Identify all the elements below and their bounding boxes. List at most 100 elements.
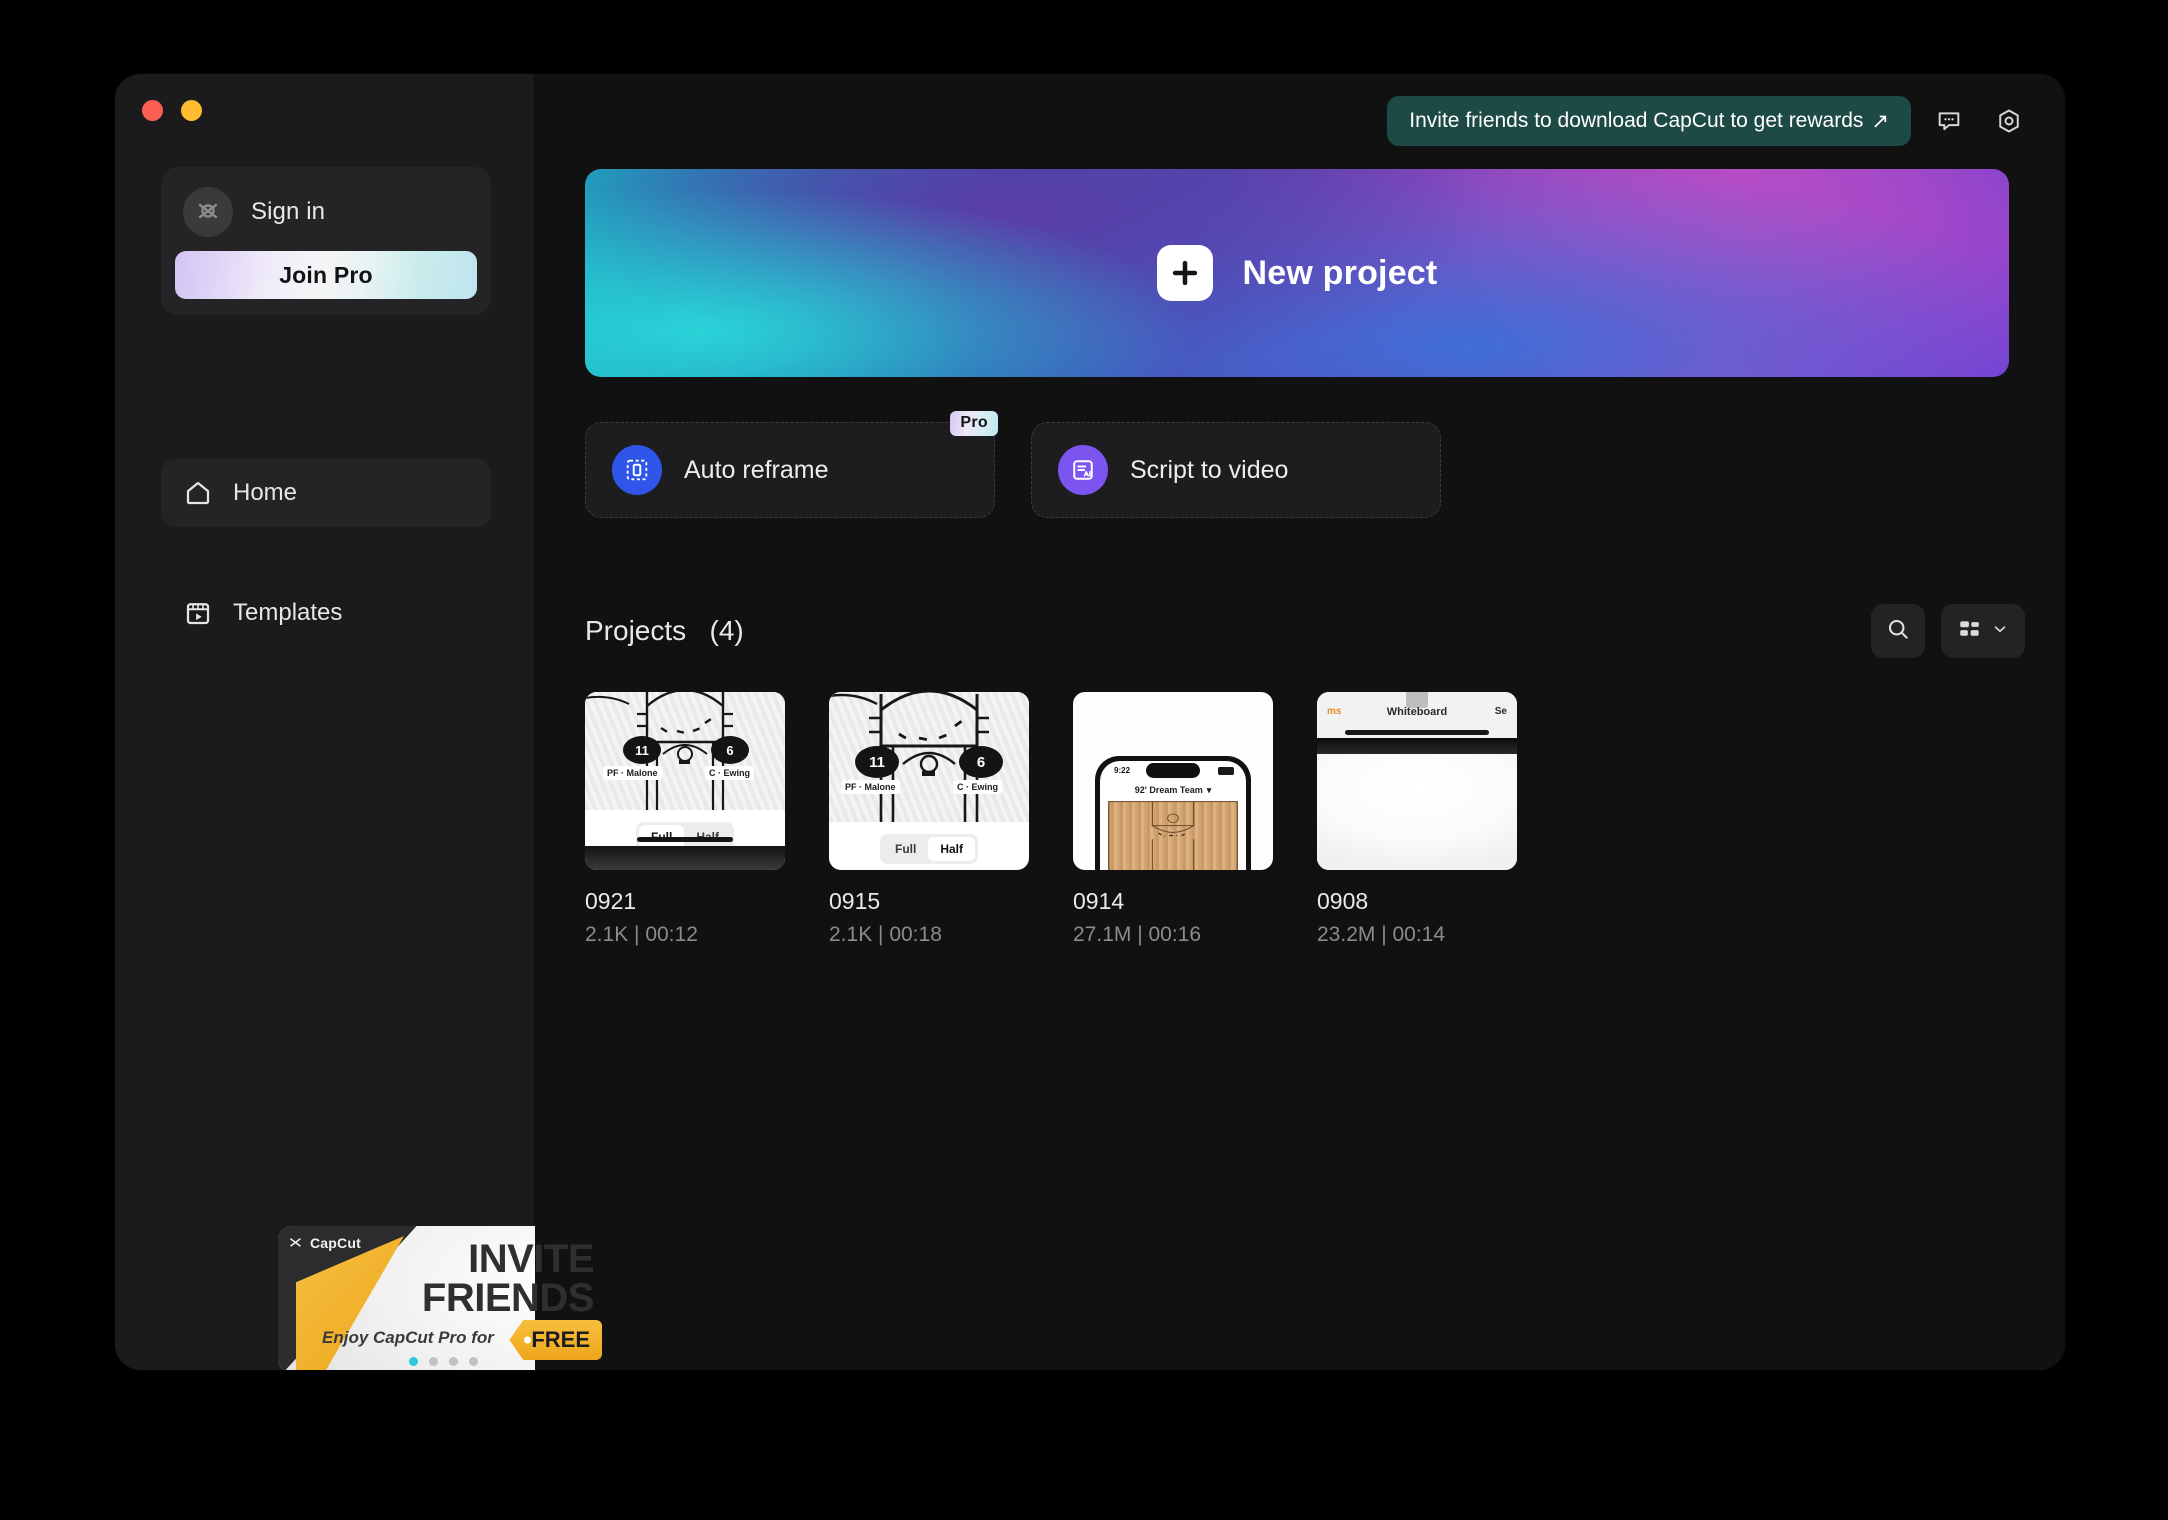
device-edge [585,846,785,870]
sign-in-row[interactable]: Sign in [175,181,477,251]
capcut-app-window: Sign in Join Pro Home Templates CapCut I… [115,74,2065,1370]
grid-view-icon [1957,616,1983,647]
project-thumbnail: 11 6 PF · Malone C · Ewing Full Half [829,692,1029,870]
whiteboard-divider [1345,730,1489,735]
templates-icon [183,598,213,628]
projects-title-text: Projects [585,615,687,646]
project-thumbnail: ms Whiteboard Se [1317,692,1517,870]
phone-body: 9:22 92' Dream Team ▾ [1095,756,1251,870]
join-pro-button[interactable]: Join Pro [175,251,477,299]
projects-toolbar [1871,604,2025,658]
invite-friends-promo-card[interactable]: CapCut INVITE FRIENDS Enjoy CapCut Pro f… [278,1226,608,1370]
promo-dot-2[interactable] [428,1357,438,1366]
wood-court [1108,801,1238,870]
home-indicator [637,837,733,842]
promo-capcut-logo: CapCut [288,1235,361,1251]
projects-title: Projects (4) [585,615,744,647]
project-name: 0908 [1317,888,1369,914]
script-to-video-card[interactable]: Script to video [1031,422,1441,518]
project-name: 0915 [829,888,881,914]
player-label: PF · Malone [603,766,662,780]
phone-status-bar: 9:22 [1100,761,1246,781]
court-surface: 11 6 PF · Malone C · Ewing [829,692,1029,822]
gear-hexagon-icon[interactable] [1987,99,2031,143]
project-thumbnail: 9:22 92' Dream Team ▾ [1073,692,1273,870]
project-thumbnail: 11 6 PF · Malone C · Ewing Full Half [585,692,785,870]
new-project-button[interactable]: New project [585,169,2009,377]
screen: Sign in Join Pro Home Templates CapCut I… [0,0,2168,1520]
project-card[interactable]: 9:22 92' Dream Team ▾ 0914 27.1M | 00:16 [1073,692,1273,947]
promo-free-tag: FREE [509,1320,602,1360]
project-card[interactable]: 11 6 PF · Malone C · Ewing Full Half [585,692,785,947]
main-content: Invite friends to download CapCut to get… [535,74,2065,1370]
sidebar-item-templates-label: Templates [233,599,343,626]
segment-half[interactable]: Half [928,837,975,861]
project-card[interactable]: ms Whiteboard Se 0908 23.2M | 00:14 [1317,692,1517,947]
court-play-art: 11 6 PF · Malone C · Ewing Full Half [585,692,785,870]
phone-screen-title: 92' Dream Team ▾ [1100,781,1246,799]
promo-logo-text: CapCut [310,1235,361,1251]
phone-notch [1146,763,1200,778]
promo-carousel-dots[interactable] [278,1357,608,1366]
player-label: C · Ewing [705,766,754,780]
script-to-video-label: Script to video [1130,455,1289,484]
pro-badge: Pro [950,411,998,436]
player-bubble: 6 [711,736,749,764]
project-name: 0914 [1073,888,1125,914]
chevron-down-icon: ▾ [1206,784,1212,795]
invite-friends-banner[interactable]: Invite friends to download CapCut to get… [1387,96,1911,146]
header-toolbar: Invite friends to download CapCut to get… [1387,96,2031,146]
promo-headline-line1: INVITE [468,1237,594,1281]
sidebar-item-home-label: Home [233,479,298,506]
project-meta: 27.1M | 00:16 [1073,923,1202,946]
project-name: 0921 [585,888,637,914]
project-meta: 2.1K | 00:12 [585,923,698,946]
promo-headline: INVITE FRIENDS [362,1237,595,1320]
whiteboard-top-bar: ms Whiteboard Se [1317,692,1517,738]
account-card: Sign in Join Pro [161,167,491,315]
promo-dot-1[interactable] [408,1357,418,1366]
sidebar-item-templates[interactable]: Templates [161,579,491,647]
external-link-arrow-icon: ↗ [1871,109,1889,133]
invite-friends-banner-label: Invite friends to download CapCut to get… [1409,109,1864,132]
sign-in-label: Sign in [251,198,326,225]
project-card[interactable]: 11 6 PF · Malone C · Ewing Full Half [829,692,1029,947]
promo-dot-4[interactable] [468,1357,478,1366]
auto-reframe-icon [612,445,662,495]
player-label: PF · Malone [841,780,900,794]
auto-reframe-card[interactable]: Auto reframe Pro [585,411,998,518]
promo-subtext: Enjoy CapCut Pro for [322,1328,494,1347]
whiteboard-title: Whiteboard [1386,706,1448,718]
court-surface: 11 6 PF · Malone C · Ewing [585,692,785,810]
chevron-down-icon [1991,620,2009,643]
player-bubble: 6 [959,746,1003,778]
project-meta: 2.1K | 00:18 [829,923,942,946]
phone-screen: 9:22 92' Dream Team ▾ [1100,761,1246,870]
segment-full[interactable]: Full [883,837,928,861]
phone-screen-title-text: 92' Dream Team [1134,785,1203,795]
phone-mockup-art: 9:22 92' Dream Team ▾ [1073,692,1273,870]
capcut-logo-icon [183,187,233,237]
phone-status-time: 9:22 [1114,766,1131,775]
sidebar-item-home[interactable]: Home [161,459,491,527]
promo-headline-line2: FRIENDS [421,1275,595,1320]
window-traffic-lights [142,100,202,121]
sidebar: Sign in Join Pro Home Templates CapCut I… [115,74,608,1370]
sidebar-nav: Home Templates [161,459,491,699]
script-to-video-ai-icon [1058,445,1108,495]
new-project-inner: New project [1156,245,1438,301]
search-button[interactable] [1871,604,1925,658]
battery-icon [1218,767,1234,775]
view-mode-button[interactable] [1941,604,2025,658]
whiteboard-canvas [1317,754,1517,870]
chat-bubble-icon[interactable] [1927,99,1971,143]
minimize-button[interactable] [181,100,202,121]
auto-reframe-label: Auto reframe [684,455,829,484]
whiteboard-art: ms Whiteboard Se [1317,692,1517,870]
player-bubble: 11 [623,736,661,764]
court-play-art: 11 6 PF · Malone C · Ewing Full Half [829,692,1029,870]
new-project-label: New project [1242,253,1438,292]
full-half-toggle[interactable]: Full Half [880,834,978,864]
close-button[interactable] [142,100,163,121]
promo-dot-3[interactable] [448,1357,458,1366]
